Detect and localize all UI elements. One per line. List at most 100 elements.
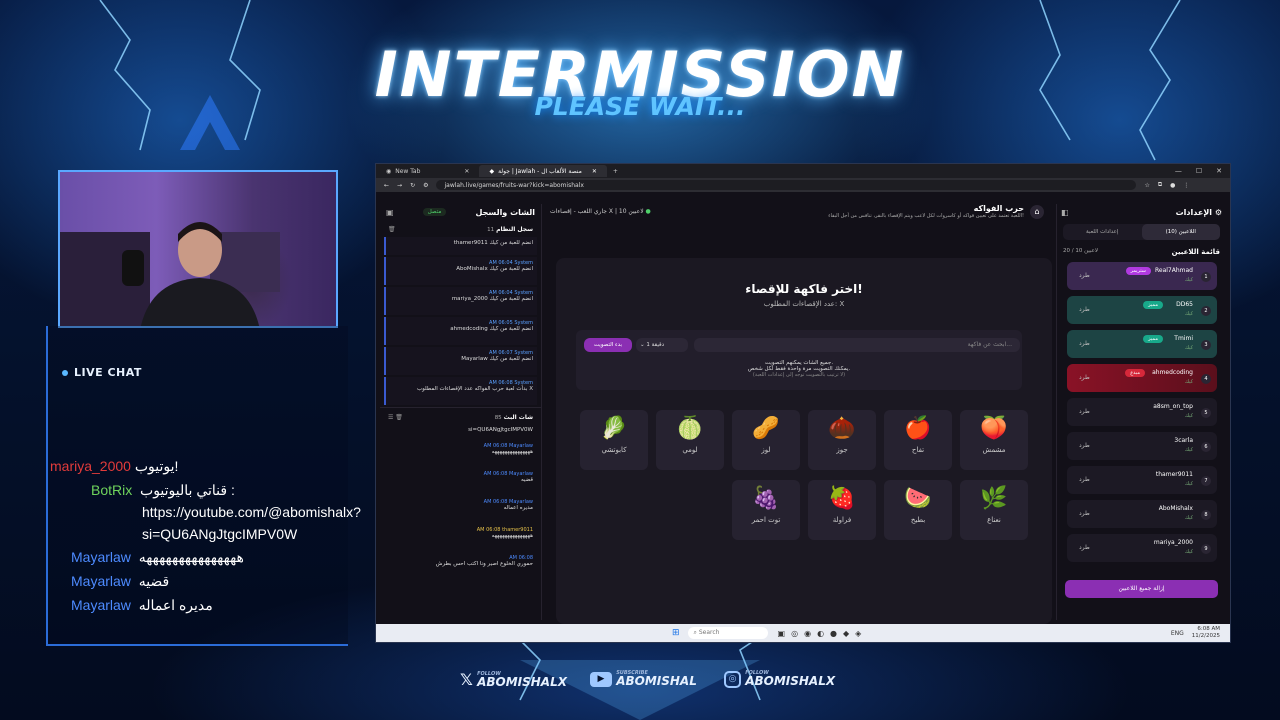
fruit-card[interactable]: 🥜 لوز	[732, 410, 800, 470]
chat-entry: AM 06:08 thamer9011 هههههههههههههههه	[384, 525, 537, 551]
fruit-label: لومي	[682, 446, 698, 454]
player-name: mariya_2000	[1153, 539, 1193, 546]
live-dot-icon	[62, 370, 68, 376]
fruit-card[interactable]: 🍓 فراولة	[808, 480, 876, 540]
kick-button[interactable]: طرد	[1079, 476, 1090, 483]
tab-game-settings[interactable]: إعدادات اللعبة	[1063, 224, 1142, 240]
kick-button[interactable]: طرد	[1079, 544, 1090, 551]
player-row: طرد مميز Tmimi كيك 3	[1067, 330, 1217, 358]
close-icon[interactable]: ✕	[464, 168, 469, 175]
fruit-label: كابوتشي	[601, 446, 627, 454]
player-name: DD65	[1176, 301, 1193, 308]
player-index: 2	[1201, 306, 1211, 316]
maximize-icon[interactable]: ☐	[1196, 167, 1202, 175]
url-field[interactable]: jawlah.live/games/fruits-war?kick=abomis…	[436, 180, 1137, 190]
menu-icon[interactable]: ⋮	[1183, 182, 1189, 189]
fruit-icon: 🌿	[980, 486, 1008, 511]
taskbar-apps-icon[interactable]: ▣◎◉◐●◆◈	[778, 629, 868, 638]
player-name: AboMishalx	[1158, 505, 1193, 512]
trash-icon[interactable]: 🗑	[388, 226, 396, 233]
fruit-card[interactable]: 🌰 جوز	[808, 410, 876, 470]
kick-button[interactable]: طرد	[1079, 442, 1090, 449]
settings-title: الإعدادات	[1175, 207, 1213, 217]
chat-text: مديره اعماله	[138, 597, 213, 613]
kick-button[interactable]: طرد	[1079, 374, 1090, 381]
player-name: Tmimi	[1174, 335, 1193, 342]
player-index: 9	[1201, 544, 1211, 554]
kick-button[interactable]: طرد	[1079, 510, 1090, 517]
duration-select[interactable]: ⌄ 1 دقيقة	[636, 338, 688, 352]
close-window-icon[interactable]: ✕	[1216, 167, 1222, 175]
player-index: 1	[1201, 272, 1211, 282]
player-row: طرد 3carla كيك 6	[1067, 432, 1217, 460]
kick-button[interactable]: طرد	[1079, 306, 1090, 313]
site-info-icon[interactable]: ⚙	[423, 182, 428, 189]
x-icon: 𝕏	[460, 670, 473, 689]
system-log-title: سجل النظام	[496, 226, 533, 233]
reload-icon[interactable]: ↻	[410, 182, 415, 189]
taskbar-search[interactable]: ⌕ Search	[687, 627, 768, 639]
windows-start-icon[interactable]: ⊞	[672, 628, 680, 638]
player-name: ahmedcoding	[1152, 369, 1193, 376]
browser-tab-newtab[interactable]: ◉ New Tab ✕	[376, 165, 479, 177]
trash-icon[interactable]: ☰ 🗑	[388, 414, 403, 421]
fruit-icon: 🍎	[904, 416, 932, 441]
fruit-card[interactable]: 🍇 توت احمر	[732, 480, 800, 540]
chat-log-title: الشات والسجل	[475, 207, 535, 217]
game-description: اللعبة تعتمد على تعيين فواكه أو كاسروات …	[828, 213, 1024, 219]
extensions-icon[interactable]: ⧉	[1158, 181, 1162, 189]
fruit-card[interactable]: 🍑 مشمش	[960, 410, 1028, 470]
globe-icon: ◉	[386, 167, 392, 175]
fruit-card[interactable]: 🍎 تفاح	[884, 410, 952, 470]
chat-text: قناتي باليوتيوب :	[140, 482, 235, 498]
chat-message: Mayarlaw قضيه	[71, 573, 169, 590]
profile-icon[interactable]: ●	[1170, 182, 1175, 189]
platform-label: كيك	[1184, 515, 1193, 521]
stream-chat-list: si=QU6ANgJtgcIMPV0W AM 06:08 Mayarlaw ههه…	[380, 425, 541, 579]
fruit-card[interactable]: 🥬 كابوتشي	[580, 410, 648, 470]
windows-taskbar: ⊞ ⌕ Search ▣◎◉◐●◆◈ ENG 6:08 AM 11/2/2025	[376, 624, 1230, 642]
close-icon[interactable]: ✕	[592, 168, 597, 175]
player-name: a8sm_on_top	[1153, 403, 1193, 410]
kick-button[interactable]: طرد	[1079, 272, 1090, 279]
player-count: 20 / 10 لاعبين	[1063, 248, 1099, 254]
collapse-icon[interactable]: ◧	[1061, 208, 1069, 217]
chat-text: si=QU6ANgJtgcIMPV0W	[142, 526, 298, 542]
remove-all-players-button[interactable]: إزالة جميع اللاعبين	[1065, 580, 1218, 598]
log-text: ahmedcoding انضم للعبة من كيك	[450, 326, 533, 332]
home-icon[interactable]: ⌂	[1030, 204, 1044, 219]
fruit-card[interactable]: 🌿 نعناع	[960, 480, 1028, 540]
chat-username: Mayarlaw	[71, 573, 131, 589]
player-count-info: 10 لاعبين	[618, 208, 644, 215]
chat-entry: AM 06:08 حموري الخلوع اصير ونا اكتب احس ب…	[384, 553, 537, 579]
kick-button[interactable]: طرد	[1079, 340, 1090, 347]
tab-players[interactable]: اللاعبين (10)	[1141, 224, 1220, 240]
webcam-person-icon	[60, 222, 280, 326]
platform-label: كيك	[1184, 413, 1193, 419]
minimize-icon[interactable]: —	[1175, 167, 1182, 175]
fruit-search-input[interactable]: ابحث عن فاكهة...	[694, 338, 1020, 352]
player-badge: مميز	[1143, 301, 1163, 309]
fruit-card[interactable]: 🍉 بطيخ	[884, 480, 952, 540]
gear-icon: ⚙	[1214, 207, 1222, 217]
game-title: حرب الفواكه	[973, 204, 1024, 213]
chat-text: حموري الخلوع اصير ونا اكتب احس بطرش	[435, 561, 533, 567]
browser-tab-jawlah[interactable]: ◆ جولة | Jawlah - منصة الألعاب ال ✕	[479, 165, 607, 177]
start-vote-button[interactable]: بدء التصويت	[584, 338, 632, 352]
new-tab-icon[interactable]: +	[613, 168, 618, 175]
chat-text: هههههههههههههههه	[491, 533, 533, 539]
chat-username: Mayarlaw	[71, 597, 131, 613]
kick-button[interactable]: طرد	[1079, 408, 1090, 415]
fruit-card[interactable]: 🍈 لومي	[656, 410, 724, 470]
chat-entry: AM 06:08 Mayarlaw قضيه	[384, 469, 537, 495]
log-count: 11	[487, 227, 495, 233]
bookmark-icon[interactable]: ☆	[1144, 182, 1149, 189]
fruit-label: بطيخ	[910, 516, 926, 524]
live-chat-label: LIVE CHAT	[74, 366, 142, 379]
forward-icon[interactable]: →	[397, 182, 402, 189]
sidebar-toggle-icon[interactable]: ▣	[386, 208, 394, 217]
platform-label: كيك	[1184, 481, 1193, 487]
chat-text: يوتيوب!	[134, 458, 179, 474]
player-list: طرد ستريمر Real7Ahmad كيك 1 طرد مميز DD65 كيك 2 …	[1057, 260, 1226, 576]
back-icon[interactable]: ←	[384, 182, 389, 189]
